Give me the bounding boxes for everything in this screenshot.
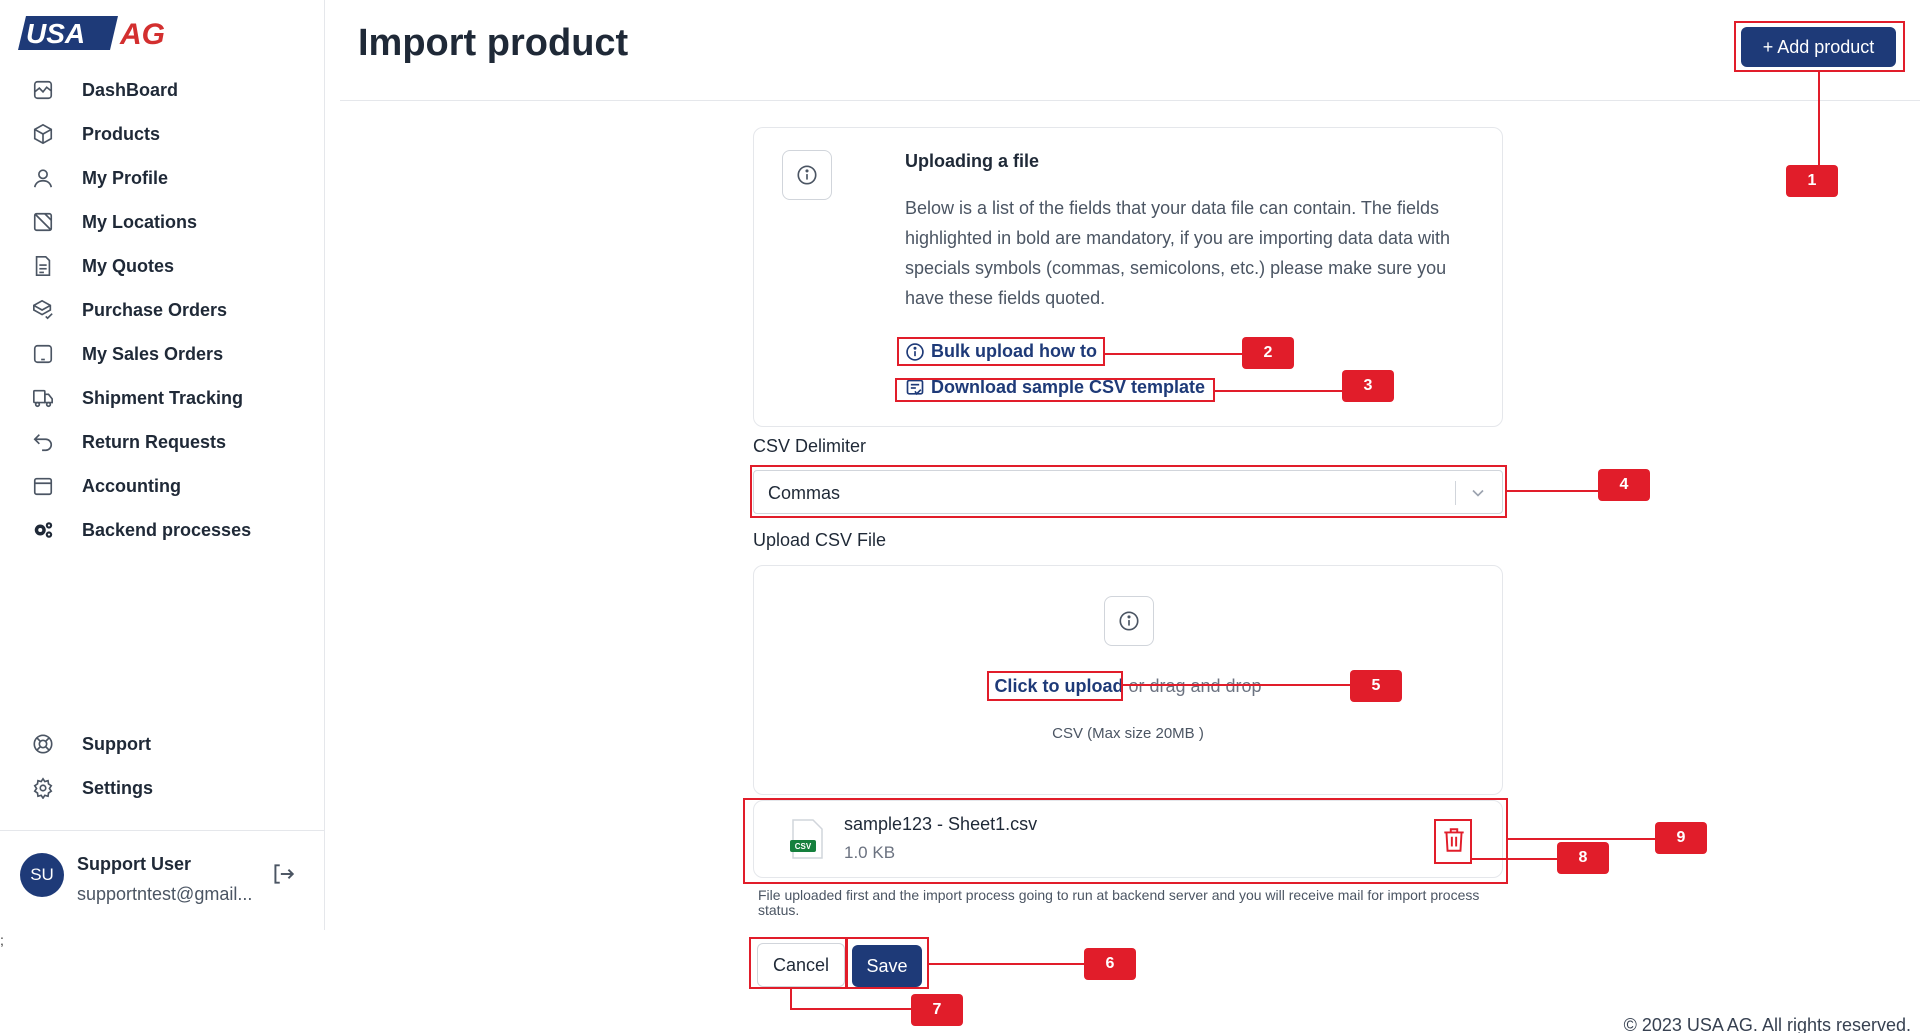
sidebar-item-my-locations[interactable]: My Locations: [30, 200, 310, 244]
annotation-connector-7a: [790, 989, 792, 1010]
drag-drop-text: or drag and drop: [1123, 676, 1262, 696]
sidebar-item-label: My Profile: [82, 167, 169, 188]
sidebar-item-purchase-orders[interactable]: Purchase Orders: [30, 288, 310, 332]
user-email: supportntest@gmail...: [77, 884, 253, 904]
info-icon: [782, 150, 832, 200]
annotation-badge-2: 2: [1242, 337, 1294, 369]
sidebar-item-support[interactable]: Support: [30, 722, 310, 766]
sidebar-item-label: Backend processes: [82, 519, 252, 540]
download-csv-template-label: Download sample CSV template: [931, 377, 1206, 397]
svg-text:USA: USA: [26, 18, 85, 49]
wallet-icon: [30, 473, 56, 499]
cancel-button[interactable]: Cancel: [757, 943, 845, 987]
user-icon: [30, 165, 56, 191]
tablet-icon: [30, 341, 56, 367]
sidebar-item-dashboard[interactable]: DashBoard: [30, 68, 310, 112]
sidebar-nav: DashBoard Products My Profile My Locatio…: [30, 68, 310, 552]
stray-text: ;: [0, 932, 4, 948]
logout-icon[interactable]: [270, 861, 296, 887]
sidebar-item-label: Support: [82, 733, 151, 754]
user-name: Support User: [77, 854, 192, 874]
csv-delimiter-select[interactable]: Commas: [753, 470, 1503, 514]
map-icon: [30, 209, 56, 235]
upload-size-hint: CSV (Max size 20MB ): [1052, 725, 1204, 742]
sidebar: USA AG DashBoard Products My Profile My …: [0, 0, 325, 930]
truck-icon: [30, 385, 56, 411]
usa-ag-logo[interactable]: USA AG: [18, 14, 184, 52]
gear-icon: [30, 775, 56, 801]
upload-csv-label: Upload CSV File: [753, 530, 887, 550]
svg-text:CSV: CSV: [795, 842, 812, 851]
annotation-connector-9: [1508, 838, 1658, 840]
annotation-badge-5: 5: [1350, 670, 1402, 702]
sidebar-item-label: Return Requests: [82, 431, 227, 452]
annotation-connector-6: [929, 963, 1087, 965]
info-icon: [1104, 596, 1154, 646]
footer-copyright: © 2023 USA AG. All rights reserved.: [1623, 1015, 1911, 1033]
trash-icon[interactable]: [1441, 826, 1467, 854]
upload-note: File uploaded first and the import proce…: [758, 887, 1480, 918]
annotation-badge-6: 6: [1084, 948, 1136, 980]
page-title: Import product: [358, 22, 629, 64]
file-name: sample123 - Sheet1.csv: [844, 814, 1038, 834]
return-arrow-icon: [30, 429, 56, 455]
sidebar-item-return-requests[interactable]: Return Requests: [30, 420, 310, 464]
gears-icon: [30, 517, 56, 543]
lifebuoy-icon: [30, 731, 56, 757]
sidebar-item-my-sales-orders[interactable]: My Sales Orders: [30, 332, 310, 376]
package-check-icon: [30, 297, 56, 323]
bulk-upload-howto-link[interactable]: Bulk upload how to: [905, 341, 1097, 362]
sidebar-item-label: My Locations: [82, 211, 198, 232]
save-button[interactable]: Save: [852, 945, 922, 987]
info-title: Uploading a file: [905, 151, 1040, 171]
sidebar-item-shipment-tracking[interactable]: Shipment Tracking: [30, 376, 310, 420]
csv-delimiter-value: Commas: [768, 483, 841, 503]
sidebar-item-label: Products: [82, 123, 161, 144]
uploaded-file-row: CSV sample123 - Sheet1.csv 1.0 KB: [753, 800, 1503, 878]
sidebar-item-label: Purchase Orders: [82, 299, 228, 320]
sidebar-item-settings[interactable]: Settings: [30, 766, 310, 810]
annotation-badge-4: 4: [1598, 469, 1650, 501]
file-size: 1.0 KB: [844, 843, 896, 862]
sidebar-item-label: My Sales Orders: [82, 343, 224, 364]
annotation-badge-1: 1: [1786, 165, 1838, 197]
info-circle-icon: [905, 342, 925, 362]
sidebar-item-accounting[interactable]: Accounting: [30, 464, 310, 508]
bulk-upload-howto-label: Bulk upload how to: [931, 341, 1097, 361]
annotation-badge-7: 7: [911, 994, 963, 1026]
sidebar-bottom-nav: Support Settings: [30, 722, 310, 810]
sidebar-item-label: Shipment Tracking: [82, 387, 244, 408]
annotation-connector-7b: [790, 1008, 914, 1010]
annotation-connector-4: [1507, 490, 1601, 492]
sidebar-item-label: Settings: [82, 777, 154, 798]
sidebar-item-backend-processes[interactable]: Backend processes: [30, 508, 310, 552]
select-separator: [1455, 481, 1456, 505]
sidebar-item-label: My Quotes: [82, 255, 175, 276]
sidebar-item-my-profile[interactable]: My Profile: [30, 156, 310, 200]
csv-file-icon: CSV: [790, 819, 824, 859]
chevron-down-icon: [1468, 483, 1488, 503]
sidebar-item-label: DashBoard: [82, 79, 179, 100]
user-panel: SU Support User supportntest@gmail...: [0, 830, 325, 930]
download-csv-template-link[interactable]: Download sample CSV template: [905, 377, 1205, 398]
annotation-badge-8: 8: [1557, 842, 1609, 874]
box-icon: [30, 121, 56, 147]
info-body: Below is a list of the fields that your …: [905, 198, 1450, 308]
avatar[interactable]: SU: [20, 853, 64, 897]
sidebar-item-products[interactable]: Products: [30, 112, 310, 156]
csv-delimiter-label: CSV Delimiter: [753, 436, 867, 456]
svg-text:AG: AG: [119, 18, 165, 51]
header-divider: [340, 100, 1920, 101]
document-download-icon: [905, 378, 925, 398]
annotation-connector-1: [1818, 72, 1820, 169]
dashboard-icon: [30, 77, 56, 103]
document-icon: [30, 253, 56, 279]
sidebar-item-label: Accounting: [82, 475, 181, 496]
annotation-badge-9: 9: [1655, 822, 1707, 854]
sidebar-item-my-quotes[interactable]: My Quotes: [30, 244, 310, 288]
click-to-upload-link[interactable]: Click to upload: [994, 676, 1123, 696]
add-product-button[interactable]: + Add product: [1741, 27, 1896, 67]
annotation-badge-3: 3: [1342, 370, 1394, 402]
